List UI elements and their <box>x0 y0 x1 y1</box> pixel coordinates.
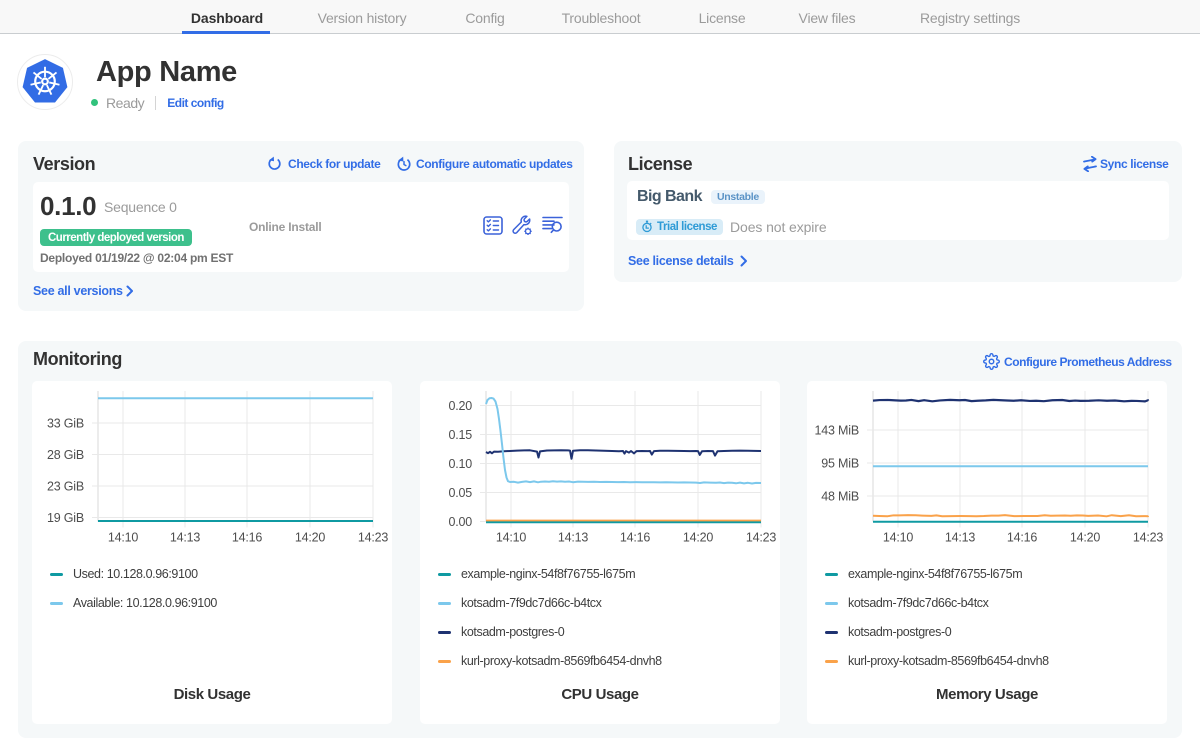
svg-text:28 GiB: 28 GiB <box>47 448 84 462</box>
svg-text:14:10: 14:10 <box>883 531 914 545</box>
svg-text:14:23: 14:23 <box>746 531 777 545</box>
svg-text:33 GiB: 33 GiB <box>47 417 84 431</box>
svg-text:14:10: 14:10 <box>108 531 139 545</box>
svg-text:14:16: 14:16 <box>232 531 263 545</box>
svg-text:0.10: 0.10 <box>448 457 472 471</box>
svg-text:14:20: 14:20 <box>295 531 326 545</box>
svg-text:19 GiB: 19 GiB <box>47 511 84 525</box>
svg-text:14:13: 14:13 <box>945 531 976 545</box>
svg-text:0.20: 0.20 <box>448 399 472 413</box>
svg-text:48 MiB: 48 MiB <box>821 490 859 504</box>
svg-text:0.05: 0.05 <box>448 486 472 500</box>
svg-text:0.15: 0.15 <box>448 428 472 442</box>
svg-text:95 MiB: 95 MiB <box>821 457 859 471</box>
svg-text:0.00: 0.00 <box>448 515 472 529</box>
svg-text:143 MiB: 143 MiB <box>815 424 859 438</box>
svg-text:14:13: 14:13 <box>558 531 589 545</box>
svg-text:14:23: 14:23 <box>1133 531 1164 545</box>
svg-text:14:10: 14:10 <box>496 531 527 545</box>
svg-text:14:13: 14:13 <box>170 531 201 545</box>
svg-text:23 GiB: 23 GiB <box>47 480 84 494</box>
svg-text:14:23: 14:23 <box>358 531 389 545</box>
svg-text:14:16: 14:16 <box>1007 531 1038 545</box>
svg-text:14:20: 14:20 <box>1070 531 1101 545</box>
svg-text:14:16: 14:16 <box>620 531 651 545</box>
svg-text:14:20: 14:20 <box>683 531 714 545</box>
